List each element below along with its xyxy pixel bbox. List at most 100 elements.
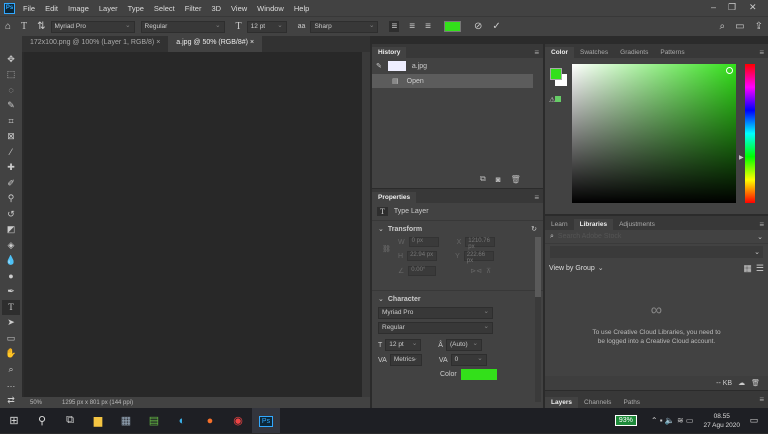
width-field[interactable]: 0 px <box>408 237 439 247</box>
tab-history[interactable]: History <box>372 47 407 58</box>
tracking-select[interactable]: 0 <box>450 354 487 366</box>
vertical-scrollbar[interactable] <box>362 52 370 397</box>
document-canvas[interactable] <box>24 52 362 397</box>
search-icon[interactable]: ⚲ <box>28 414 56 427</box>
move-tool-icon[interactable]: ✥ <box>7 52 15 67</box>
firefox-icon[interactable]: ● <box>196 415 224 427</box>
flip-vertical-icon[interactable]: ⊼ <box>486 267 491 275</box>
cancel-icon[interactable]: ⊘ <box>474 21 482 32</box>
brush-tool-icon[interactable]: ✐ <box>7 176 15 191</box>
leading-select[interactable]: (Auto) <box>445 339 482 351</box>
tab-channels[interactable]: Channels <box>578 397 617 408</box>
tab-swatches[interactable]: Swatches <box>574 47 614 58</box>
crop-tool-icon[interactable]: ⌗ <box>8 114 13 129</box>
document-info[interactable]: 1295 px x 801 px (144 ppi) <box>62 400 133 406</box>
task-view-icon[interactable]: ⧉ <box>56 414 84 427</box>
menu-view[interactable]: View <box>226 4 252 13</box>
stamp-tool-icon[interactable]: ⚲ <box>8 191 15 206</box>
share-icon[interactable]: ⇪ <box>755 21 763 32</box>
font-family-select[interactable]: Myriad Pro <box>378 307 493 319</box>
x-field[interactable]: 1210.76 px <box>465 237 496 250</box>
foreground-color-swatch[interactable] <box>550 68 562 80</box>
y-field[interactable]: 222.66 px <box>463 251 494 264</box>
text-color-swatch[interactable] <box>443 21 461 32</box>
menu-window[interactable]: Window <box>252 4 289 13</box>
tab-a-jpg[interactable]: a.jpg @ 50% (RGB/8#) × <box>168 36 263 52</box>
new-document-icon[interactable]: ⧉ <box>480 174 486 184</box>
font-style-select[interactable]: Regular <box>378 322 493 334</box>
height-field[interactable]: 22.94 px <box>407 251 438 261</box>
edge-icon[interactable]: ◐ <box>168 415 196 427</box>
panel-menu-icon[interactable]: ≡ <box>759 220 764 229</box>
character-color-swatch[interactable] <box>460 369 497 380</box>
eraser-tool-icon[interactable]: ◩ <box>7 222 16 237</box>
lasso-tool-icon[interactable]: ◌ <box>8 83 13 98</box>
color-field[interactable] <box>572 64 736 203</box>
font-family-select[interactable]: Myriad Pro <box>50 20 135 33</box>
reset-icon[interactable]: ↻ <box>531 225 537 233</box>
panel-menu-icon[interactable]: ≡ <box>534 193 539 202</box>
hue-slider-handle[interactable]: ▶ <box>739 154 744 161</box>
list-view-icon[interactable]: ☰ <box>756 263 764 274</box>
file-explorer-icon[interactable]: ▆ <box>84 414 112 427</box>
library-select[interactable]: ⌄ <box>550 246 763 258</box>
hand-tool-icon[interactable]: ✋ <box>5 346 16 361</box>
panel-menu-icon[interactable]: ≡ <box>759 395 764 404</box>
menu-file[interactable]: File <box>18 4 40 13</box>
font-size-select[interactable]: 12 pt <box>246 20 287 33</box>
align-center-icon[interactable]: ≡ <box>409 21 415 32</box>
rectangle-tool-icon[interactable]: ▭ <box>7 331 16 346</box>
chevron-down-icon[interactable]: ⌄ <box>757 233 763 241</box>
swap-colors-icon[interactable]: ⇄ <box>7 393 15 408</box>
photoshop-taskbar-icon[interactable]: Ps <box>252 408 280 433</box>
frame-tool-icon[interactable]: ⊠ <box>7 129 15 144</box>
more-tools-icon[interactable]: … <box>7 377 16 392</box>
font-style-select[interactable]: Regular <box>140 20 225 33</box>
restore-icon[interactable]: ❐ <box>728 2 736 13</box>
collapse-icon[interactable]: ⌄ <box>378 225 384 233</box>
paint-bucket-icon[interactable]: ◈ <box>8 238 15 253</box>
brush-source-icon[interactable]: ✎ <box>376 62 382 70</box>
panel-menu-icon[interactable]: ≡ <box>534 48 539 57</box>
tab-gradients[interactable]: Gradients <box>614 47 654 58</box>
cloud-sync-icon[interactable]: ☁ <box>738 379 745 387</box>
tab-paths[interactable]: Paths <box>617 397 646 408</box>
library-search-input[interactable]: Search Adobe Stock <box>558 233 621 240</box>
menu-image[interactable]: Image <box>63 4 94 13</box>
menu-filter[interactable]: Filter <box>180 4 207 13</box>
link-icon[interactable]: ⛓ <box>382 245 391 253</box>
zoom-tool-icon[interactable]: ⌕ <box>8 362 13 377</box>
tab-close-icon[interactable]: × <box>156 39 160 46</box>
menu-3d[interactable]: 3D <box>206 4 226 13</box>
history-item[interactable]: ▤ Open <box>372 74 533 88</box>
menu-layer[interactable]: Layer <box>94 4 123 13</box>
menu-type[interactable]: Type <box>123 4 149 13</box>
tab-libraries[interactable]: Libraries <box>573 219 614 230</box>
history-snapshot[interactable]: ✎ a.jpg <box>372 58 543 74</box>
menu-select[interactable]: Select <box>149 4 180 13</box>
flip-horizontal-icon[interactable]: ⊳⊲ <box>470 267 482 275</box>
menu-edit[interactable]: Edit <box>40 4 63 13</box>
hue-slider[interactable] <box>745 64 755 203</box>
panel-menu-icon[interactable]: ≡ <box>759 48 764 57</box>
calculator-icon[interactable]: ▦ <box>112 414 140 427</box>
blur-tool-icon[interactable]: 💧 <box>5 253 16 268</box>
dodge-tool-icon[interactable]: ● <box>8 269 13 284</box>
view-by-group-dropdown[interactable]: View by Group <box>549 265 595 272</box>
align-right-icon[interactable]: ≡ <box>425 21 431 32</box>
tab-patterns[interactable]: Patterns <box>654 47 690 58</box>
angle-field[interactable]: 0.00° <box>408 266 437 276</box>
toggle-orientation-icon[interactable]: ⇅ <box>37 21 45 32</box>
properties-scrollbar[interactable] <box>535 237 541 402</box>
menu-help[interactable]: Help <box>289 4 314 13</box>
tab-learn[interactable]: Learn <box>545 219 574 230</box>
history-brush-icon[interactable]: ↺ <box>7 207 15 222</box>
commit-icon[interactable]: ✓ <box>492 21 500 32</box>
tab-properties[interactable]: Properties <box>372 192 417 203</box>
notifications-icon[interactable]: ▭ <box>740 415 768 426</box>
zoom-level[interactable]: 50% <box>30 400 42 406</box>
clock[interactable]: 08.55 27 Agu 2020 <box>703 412 740 430</box>
tab-172x100[interactable]: 172x100.png @ 100% (Layer 1, RGB/8) × <box>22 36 168 52</box>
home-icon[interactable]: ⌂ <box>5 21 11 32</box>
tab-color[interactable]: Color <box>545 47 574 58</box>
